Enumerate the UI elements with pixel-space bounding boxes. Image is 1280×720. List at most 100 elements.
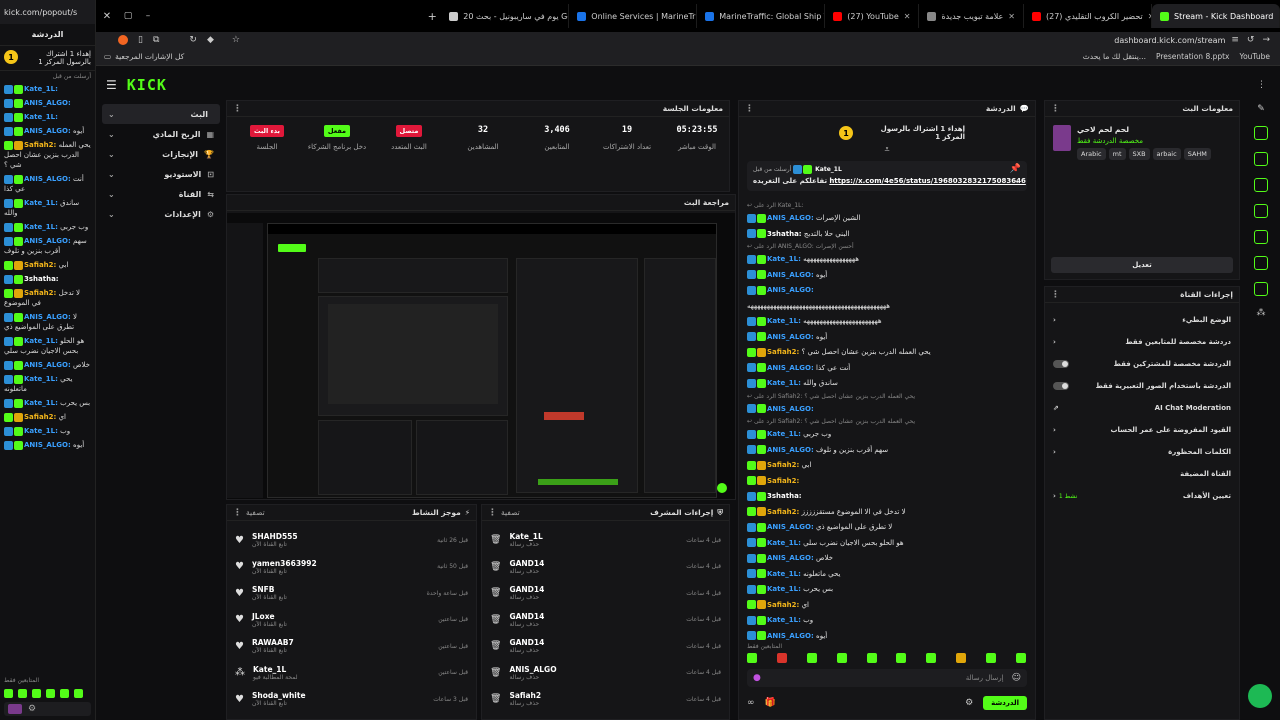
more-icon[interactable]: ⋮ — [1051, 290, 1060, 300]
activity-row[interactable]: ♥ yamen3663992 تابع القناة الآن قبل 50 ثاني… — [227, 554, 476, 581]
popout-chat-message[interactable]: Kate_1L: وب جربي — [0, 220, 95, 234]
sidebar-item[interactable]: ⌄ البث — [102, 104, 220, 124]
chat-reply-context[interactable]: ↩ الرد على Kate_1L: — [739, 201, 1029, 211]
popout-pinned-message[interactable]: 1 إهداء 1 اشتراك بالرسول المركز 1 — [0, 46, 95, 71]
emote-icon[interactable] — [4, 689, 13, 698]
chat-username[interactable]: Kate_1L: — [24, 199, 58, 207]
mod-action-row[interactable]: 🗑 GAND14 حذف رسالة قبل 4 ساعات — [482, 580, 729, 607]
server-icon[interactable] — [1254, 256, 1268, 270]
emote-icon[interactable] — [32, 689, 41, 698]
chevron-down-icon[interactable]: ⌄ — [1013, 176, 1021, 186]
channel-action-row[interactable]: › دردشة مخصصة للمتابعين فقط — [1045, 331, 1239, 353]
back-icon[interactable]: → — [1262, 35, 1270, 45]
chat-username[interactable]: Safiah2: — [767, 477, 799, 485]
browser-tab[interactable]: (27) YouTube ✕ — [825, 4, 920, 28]
activity-user[interactable]: SHAHD555 — [252, 532, 298, 541]
chat-username[interactable]: ANIS_ALGO: — [767, 632, 814, 640]
chat-username[interactable]: ANIS_ALGO: — [24, 127, 71, 135]
popout-chat-message[interactable]: Kate_1L: يحي ماتعلونه — [0, 372, 95, 396]
chat-message[interactable]: ANIS_ALGO: خلاص — [739, 551, 1029, 567]
mod-action-row[interactable]: 🗑 GAND14 حذف رسالة قبل 4 ساعات — [482, 607, 729, 634]
chat-username[interactable]: Safiah2: — [24, 141, 56, 149]
chat-username[interactable]: Kate_1L: — [24, 113, 58, 121]
chat-message[interactable]: Safiah2: لا تدخل في الا الموضوع مستقزززز… — [739, 505, 1029, 521]
popout-chat-message[interactable]: Safiah2: يحي العمله الدرب بنزين عشان احص… — [0, 138, 95, 172]
chat-username[interactable]: Kate_1L: — [767, 317, 801, 325]
activity-row[interactable]: ♥ SHAHD555 تابع القناة الآن قبل 26 ثانية — [227, 527, 476, 554]
diamond-icon[interactable]: ◆ — [207, 35, 214, 45]
emote-icon[interactable] — [747, 653, 757, 663]
mod-target-user[interactable]: GAND14 — [509, 638, 544, 647]
chat-username[interactable]: ANIS_ALGO: — [767, 364, 814, 372]
chat-username[interactable]: Kate_1L: — [24, 375, 58, 383]
pencil-icon[interactable]: ✎ — [1257, 104, 1265, 114]
chat-username[interactable]: Safiah2: — [767, 348, 799, 356]
chat-message[interactable]: Safiah2: اي — [739, 598, 1029, 614]
new-tab-icon[interactable]: + — [423, 10, 441, 23]
chat-goal-banner[interactable]: 1 إهداء 1 اشتراك بالرسول المركز 1 — [739, 117, 1035, 145]
collapse-icon[interactable]: ⩡ — [739, 145, 1035, 155]
chat-message[interactable]: Kate_1L: وب — [739, 613, 1029, 629]
chat-username[interactable]: Safiah2: — [24, 261, 56, 269]
chat-reply-context[interactable]: ↩ الرد على ANIS_ALGO: أحسن الإصرات — [739, 242, 1029, 252]
copy-icon[interactable]: ⧉ — [153, 35, 159, 45]
browser-tab[interactable]: MarineTraffic: Global Ship Track✕ — [697, 4, 826, 28]
activity-user[interactable]: SNFB — [252, 585, 287, 594]
layout-icon[interactable] — [1254, 126, 1268, 140]
chat-username[interactable]: 3shatha: — [767, 492, 802, 500]
chat-message[interactable]: ANIS_ALGO: أيوه — [739, 629, 1029, 642]
mod-target-user[interactable]: GAND14 — [509, 585, 544, 594]
emote-icon[interactable] — [18, 689, 27, 698]
settings-icon[interactable]: ⚙ — [965, 698, 973, 708]
emote-icon[interactable] — [926, 653, 937, 663]
stream-tag[interactable]: arbaic — [1152, 148, 1181, 160]
send-chat-button[interactable]: الدردشة — [983, 696, 1027, 710]
chat-username[interactable]: Kate_1L: — [767, 570, 801, 578]
link-icon[interactable]: ∞ — [747, 698, 755, 708]
chat-message[interactable]: Safiah2: — [739, 474, 1029, 490]
mod-target-user[interactable]: ANIS_ALGO — [509, 665, 556, 674]
chat-message[interactable]: ANIS_ALGO: أيوه — [739, 268, 1029, 284]
chat-input[interactable]: ● إرسال رسالة ☺ — [747, 669, 1027, 687]
chat-username[interactable]: ANIS_ALGO: — [767, 446, 814, 454]
mod-action-row[interactable]: 🗑 Kate_1L حذف رسالة قبل 4 ساعات — [482, 527, 729, 554]
chat-username[interactable]: ANIS_ALGO: — [767, 523, 814, 531]
emote-icon[interactable] — [60, 689, 69, 698]
popout-chat-message[interactable]: ANIS_ALGO: — [0, 96, 95, 110]
refresh-icon[interactable]: ↺ — [1247, 35, 1255, 45]
popout-chat-message[interactable]: ANIS_ALGO: سهم أقرب بنزين و تلوف — [0, 234, 95, 258]
popout-chat-message[interactable]: ANIS_ALGO: أيوه — [0, 438, 95, 452]
chat-message[interactable]: 3shatha: — [739, 489, 1029, 505]
all-bookmarks[interactable]: ▭ كل الإشارات المرجعية — [104, 52, 184, 61]
chat-username[interactable]: Kate_1L: — [767, 539, 801, 547]
sidebar-icon[interactable]: ▯ — [138, 35, 143, 45]
chat-message[interactable]: Kate_1L: وب جربي — [739, 427, 1029, 443]
channel-action-row[interactable]: الدردشة باستخدام الصور التعبيرية فقط — [1045, 375, 1239, 397]
popout-chat-message[interactable]: Safiah2: اي — [0, 410, 95, 424]
help-chat-button[interactable] — [1248, 684, 1272, 708]
session-stat[interactable]: مفعل دخل برنامج الشركاء — [307, 125, 367, 151]
chat-username[interactable]: ANIS_ALGO: — [24, 99, 71, 107]
chat-username[interactable]: Kate_1L: — [767, 616, 801, 624]
stream-video[interactable] — [227, 213, 735, 499]
popout-chat-message[interactable]: Kate_1L: ساندق والله — [0, 196, 95, 220]
more-icon[interactable]: ⋮ — [1051, 104, 1060, 114]
chat-username[interactable]: ANIS_ALGO: — [767, 554, 814, 562]
settings-icon[interactable]: ⚙ — [28, 704, 36, 714]
browser-tab[interactable]: علامة تبويب جديدة ✕ — [919, 4, 1024, 28]
mod-target-user[interactable]: Kate_1L — [509, 532, 542, 541]
chat-username[interactable]: Kate_1L: — [767, 379, 801, 387]
note-icon[interactable] — [1254, 178, 1268, 192]
popout-chat-message[interactable]: Kate_1L: هو الحلو بحس الاجيان نضرب سلي — [0, 334, 95, 358]
chat-message[interactable]: هههههههههههههههههههههههههههههههههههههههه… — [739, 299, 1029, 315]
channel-action-row[interactable]: › نشط 1 تعيين الأهداف — [1045, 485, 1239, 507]
chat-username[interactable]: ANIS_ALGO: — [767, 333, 814, 341]
browser-tab[interactable]: (27) تحضير الكروب التقليدي✕ — [1024, 4, 1152, 28]
chat-username[interactable]: Kate_1L: — [24, 85, 58, 93]
chat-username[interactable]: 3shatha: — [767, 230, 802, 238]
bookmark-item[interactable]: YouTube — [1240, 52, 1271, 61]
popout-chat-message[interactable]: ANIS_ALGO: لا تطرق على المواضيع ذي — [0, 310, 95, 334]
chat-username[interactable]: Safiah2: — [767, 601, 799, 609]
chat-username[interactable]: Safiah2: — [24, 289, 56, 297]
mod-action-row[interactable]: 🗑 GAND14 حذف رسالة قبل 4 ساعات — [482, 554, 729, 581]
